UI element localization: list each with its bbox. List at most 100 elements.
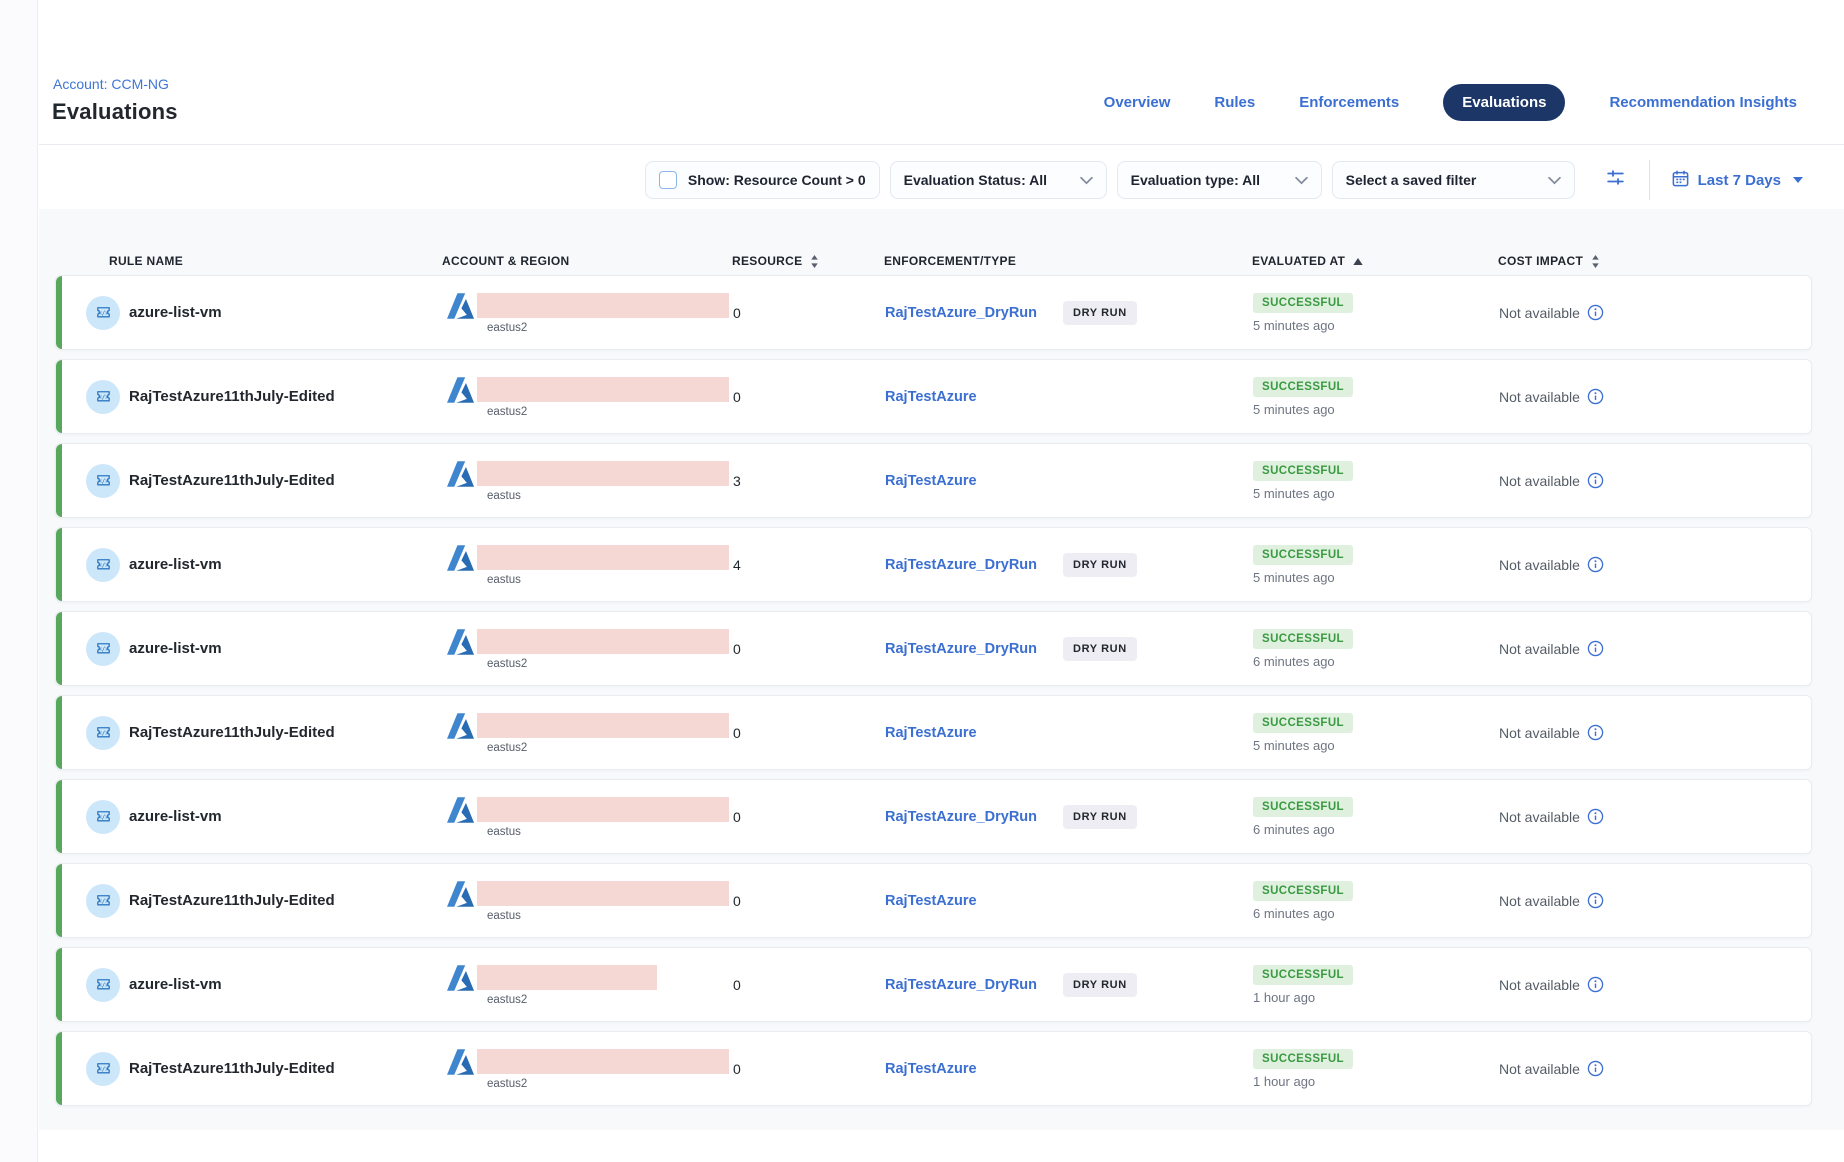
table-row[interactable]: </> RajTestAzure11thJuly-Edited eastus 0… [55, 863, 1812, 938]
sort-asc-icon[interactable] [1353, 258, 1363, 265]
cost-value: Not available [1499, 641, 1580, 657]
rule-name: RajTestAzure11thJuly-Edited [129, 1060, 335, 1077]
evaluated-cell: SUCCESSFUL 6 minutes ago [1253, 629, 1499, 669]
resource-count-checkbox[interactable] [659, 171, 677, 189]
azure-icon [443, 457, 477, 496]
info-icon[interactable] [1587, 304, 1604, 321]
table-row[interactable]: </> azure-list-vm eastus 0 RajTestAzure_… [55, 779, 1812, 854]
cost-impact-cell: Not available [1499, 976, 1811, 993]
cost-impact-cell: Not available [1499, 388, 1811, 405]
info-icon[interactable] [1587, 976, 1604, 993]
saved-filter-value: Select a saved filter [1346, 172, 1477, 188]
info-icon[interactable] [1587, 556, 1604, 573]
table-row[interactable]: </> azure-list-vm eastus2 0 RajTestAzure… [55, 947, 1812, 1022]
chevron-down-icon [1295, 176, 1308, 185]
filter-sliders-button[interactable] [1605, 167, 1626, 193]
col-resource[interactable]: RESOURCE [732, 254, 884, 268]
code-rule-icon: </> [86, 296, 120, 330]
table-row[interactable]: </> azure-list-vm eastus2 0 RajTestAzure… [55, 275, 1812, 350]
region-label: eastus2 [487, 658, 729, 670]
enforcement-cell: RajTestAzure_DryRun DRY RUN [885, 973, 1253, 997]
region-label: eastus2 [487, 742, 729, 754]
enforcement-link[interactable]: RajTestAzure [885, 389, 977, 405]
enforcement-link[interactable]: RajTestAzure_DryRun [885, 557, 1037, 573]
enforcement-link[interactable]: RajTestAzure [885, 725, 977, 741]
enforcement-link[interactable]: RajTestAzure_DryRun [885, 305, 1037, 321]
chevron-down-icon [1548, 176, 1561, 185]
info-icon[interactable] [1587, 892, 1604, 909]
evaluated-cell: SUCCESSFUL 5 minutes ago [1253, 545, 1499, 585]
account-region-cell: eastus [443, 879, 733, 922]
resource-count: 0 [733, 389, 885, 405]
info-icon[interactable] [1587, 1060, 1604, 1077]
svg-text:</>: </> [98, 731, 109, 737]
evaluation-type-dropdown[interactable]: Evaluation type: All [1117, 161, 1322, 199]
table-row[interactable]: </> RajTestAzure11thJuly-Edited eastus2 … [55, 359, 1812, 434]
col-evaluated-at[interactable]: EVALUATED AT [1252, 254, 1498, 268]
enforcement-cell: RajTestAzure DRY RUN [885, 725, 1253, 741]
table-row[interactable]: </> RajTestAzure11thJuly-Edited eastus 3… [55, 443, 1812, 518]
azure-icon [443, 625, 477, 664]
enforcement-cell: RajTestAzure_DryRun DRY RUN [885, 301, 1253, 325]
cost-impact-cell: Not available [1499, 640, 1811, 657]
azure-icon [443, 961, 477, 1000]
chevron-down-icon [1080, 176, 1093, 185]
dry-run-badge: DRY RUN [1063, 973, 1137, 997]
rule-name: RajTestAzure11thJuly-Edited [129, 472, 335, 489]
info-icon[interactable] [1587, 472, 1604, 489]
rule-name: azure-list-vm [129, 976, 222, 993]
table-row[interactable]: </> RajTestAzure11thJuly-Edited eastus2 … [55, 1031, 1812, 1106]
tab-rules[interactable]: Rules [1214, 94, 1255, 111]
header-divider [39, 144, 1844, 145]
enforcement-link[interactable]: RajTestAzure [885, 473, 977, 489]
region-label: eastus2 [487, 994, 657, 1006]
evaluated-cell: SUCCESSFUL 6 minutes ago [1253, 797, 1499, 837]
tab-overview[interactable]: Overview [1104, 94, 1171, 111]
info-icon[interactable] [1587, 388, 1604, 405]
tab-evaluations[interactable]: Evaluations [1443, 84, 1565, 121]
col-cost-impact[interactable]: COST IMPACT [1498, 254, 1812, 268]
region-label: eastus [487, 490, 729, 502]
sort-icon-resource[interactable] [810, 255, 819, 268]
azure-icon [443, 793, 477, 832]
evaluation-type-value: Evaluation type: All [1131, 172, 1260, 188]
resource-count-filter[interactable]: Show: Resource Count > 0 [645, 161, 880, 199]
info-icon[interactable] [1587, 724, 1604, 741]
info-icon[interactable] [1587, 808, 1604, 825]
rule-cell: </> RajTestAzure11thJuly-Edited [56, 716, 443, 750]
cost-value: Not available [1499, 893, 1580, 909]
enforcement-cell: RajTestAzure DRY RUN [885, 473, 1253, 489]
enforcement-link[interactable]: RajTestAzure_DryRun [885, 977, 1037, 993]
filter-bar: Show: Resource Count > 0 Evaluation Stat… [645, 160, 1803, 200]
table-row[interactable]: </> azure-list-vm eastus 4 RajTestAzure_… [55, 527, 1812, 602]
saved-filter-dropdown[interactable]: Select a saved filter [1332, 161, 1575, 199]
sort-icon-cost[interactable] [1591, 255, 1600, 268]
evaluated-cell: SUCCESSFUL 1 hour ago [1253, 1049, 1499, 1089]
region-label: eastus2 [487, 1078, 729, 1090]
table-header: RULE NAME ACCOUNT & REGION RESOURCE ENFO… [55, 247, 1812, 275]
redacted-account-bar [477, 377, 729, 402]
evaluated-time: 6 minutes ago [1253, 906, 1335, 921]
enforcement-link[interactable]: RajTestAzure [885, 893, 977, 909]
page-title: Evaluations [52, 99, 178, 125]
table-row[interactable]: </> RajTestAzure11thJuly-Edited eastus2 … [55, 695, 1812, 770]
enforcement-link[interactable]: RajTestAzure_DryRun [885, 809, 1037, 825]
tab-recommendation-insights[interactable]: Recommendation Insights [1609, 94, 1797, 111]
cost-value: Not available [1499, 977, 1580, 993]
info-icon[interactable] [1587, 640, 1604, 657]
account-region-cell: eastus [443, 795, 733, 838]
redacted-account-bar [477, 1049, 729, 1074]
evaluation-status-dropdown[interactable]: Evaluation Status: All [890, 161, 1107, 199]
table-row[interactable]: </> azure-list-vm eastus2 0 RajTestAzure… [55, 611, 1812, 686]
rule-name: azure-list-vm [129, 304, 222, 321]
tab-enforcements[interactable]: Enforcements [1299, 94, 1399, 111]
enforcement-link[interactable]: RajTestAzure [885, 1061, 977, 1077]
code-rule-icon: </> [86, 800, 120, 834]
breadcrumb[interactable]: Account: CCM-NG [53, 76, 169, 92]
enforcement-link[interactable]: RajTestAzure_DryRun [885, 641, 1037, 657]
redacted-account-bar [477, 293, 729, 318]
redacted-account-bar [477, 881, 729, 906]
resource-count: 0 [733, 305, 885, 321]
status-badge: SUCCESSFUL [1253, 629, 1353, 649]
date-range-picker[interactable]: Last 7 Days [1671, 169, 1803, 192]
